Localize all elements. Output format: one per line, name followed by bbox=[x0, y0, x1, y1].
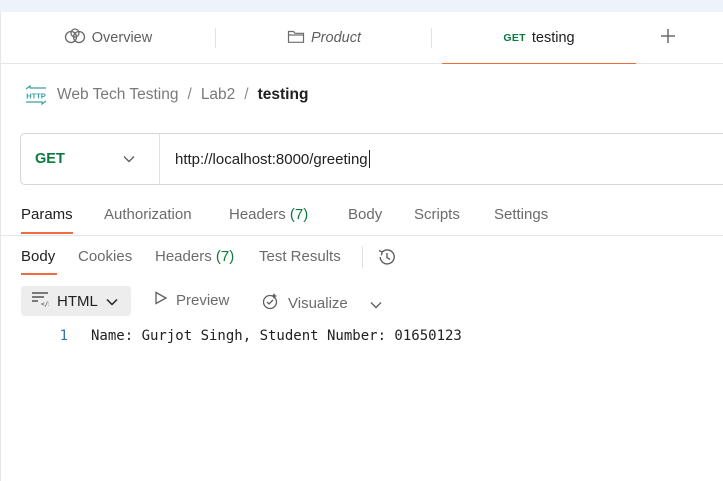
tab-body[interactable]: Body bbox=[348, 206, 382, 223]
breadcrumb-request-name[interactable]: testing bbox=[258, 86, 309, 104]
response-tab-cookies[interactable]: Cookies bbox=[78, 248, 132, 265]
line-content: Name: Gurjot Singh, Student Number: 0165… bbox=[91, 328, 462, 344]
plus-icon bbox=[660, 28, 676, 49]
tab-product[interactable]: Product bbox=[217, 12, 431, 64]
add-tab-button[interactable] bbox=[656, 26, 680, 50]
method-select[interactable]: GET bbox=[21, 134, 160, 184]
response-tab-body[interactable]: Body bbox=[21, 248, 55, 265]
line-number: 1 bbox=[59, 328, 68, 344]
response-tab-headers[interactable]: Headers (7) bbox=[155, 248, 234, 265]
tabs-bar: Overview Product GET testing bbox=[1, 12, 723, 64]
visualize-button[interactable]: Visualize bbox=[260, 291, 348, 315]
response-headers-label: Headers bbox=[155, 248, 212, 265]
team-icon bbox=[64, 28, 86, 48]
breadcrumb-collection[interactable]: Web Tech Testing bbox=[57, 86, 179, 104]
chevron-down-icon bbox=[123, 150, 135, 168]
url-input[interactable]: http://localhost:8000/greeting bbox=[160, 150, 370, 168]
visualize-label: Visualize bbox=[288, 294, 348, 312]
play-icon bbox=[154, 291, 168, 309]
folder-icon bbox=[287, 28, 305, 48]
sidebar-divider bbox=[0, 12, 1, 481]
wrap-lines-icon: </> bbox=[31, 291, 52, 311]
tab-label: Product bbox=[311, 30, 361, 46]
tab-headers-label: Headers bbox=[229, 206, 286, 223]
history-icon[interactable] bbox=[376, 246, 398, 268]
response-tabs-divider bbox=[362, 246, 363, 268]
active-response-tab-indicator bbox=[21, 273, 57, 275]
active-tab-indicator bbox=[21, 232, 73, 234]
url-text: http://localhost:8000/greeting bbox=[175, 150, 368, 168]
response-headers-count: (7) bbox=[215, 248, 235, 265]
breadcrumb: HTTP Web Tech Testing / Lab2 / testing bbox=[24, 82, 308, 108]
chevron-down-icon bbox=[370, 296, 382, 313]
tab-overview[interactable]: Overview bbox=[1, 12, 215, 64]
tab-divider bbox=[431, 28, 432, 48]
breadcrumb-folder[interactable]: Lab2 bbox=[201, 86, 235, 104]
tab-headers[interactable]: Headers (7) bbox=[229, 206, 308, 223]
tab-settings[interactable]: Settings bbox=[494, 206, 548, 223]
format-label: HTML bbox=[57, 292, 98, 310]
method-label: GET bbox=[35, 151, 65, 167]
url-bar: GET http://localhost:8000/greeting bbox=[20, 133, 723, 185]
http-icon: HTTP bbox=[24, 84, 48, 106]
tab-testing[interactable]: GET testing bbox=[442, 12, 636, 64]
tab-scripts[interactable]: Scripts bbox=[414, 206, 460, 223]
preview-button[interactable]: Preview bbox=[154, 291, 229, 309]
text-cursor bbox=[368, 150, 370, 168]
tab-label: testing bbox=[531, 29, 575, 46]
visualize-dropdown[interactable] bbox=[370, 296, 382, 313]
response-tab-test-results[interactable]: Test Results bbox=[259, 248, 341, 265]
tab-label: Overview bbox=[91, 30, 153, 46]
window-top-strip bbox=[0, 0, 723, 12]
breadcrumb-separator: / bbox=[244, 86, 249, 103]
http-icon-text: HTTP bbox=[26, 92, 46, 101]
headers-count: (7) bbox=[289, 206, 309, 223]
tab-divider bbox=[215, 28, 216, 48]
visualize-icon bbox=[260, 291, 280, 315]
chevron-down-icon bbox=[106, 293, 118, 310]
response-body-line[interactable]: 1 Name: Gurjot Singh, Student Number: 01… bbox=[0, 328, 723, 348]
svg-text:</>: </> bbox=[41, 301, 49, 307]
tab-authorization[interactable]: Authorization bbox=[104, 206, 192, 223]
tab-params[interactable]: Params bbox=[21, 206, 73, 223]
format-select[interactable]: </> HTML bbox=[21, 286, 131, 316]
breadcrumb-separator: / bbox=[187, 86, 192, 103]
preview-label: Preview bbox=[176, 291, 230, 309]
tab-method-badge: GET bbox=[503, 31, 526, 44]
request-tabs: Params Authorization Headers (7) Body Sc… bbox=[0, 196, 723, 236]
